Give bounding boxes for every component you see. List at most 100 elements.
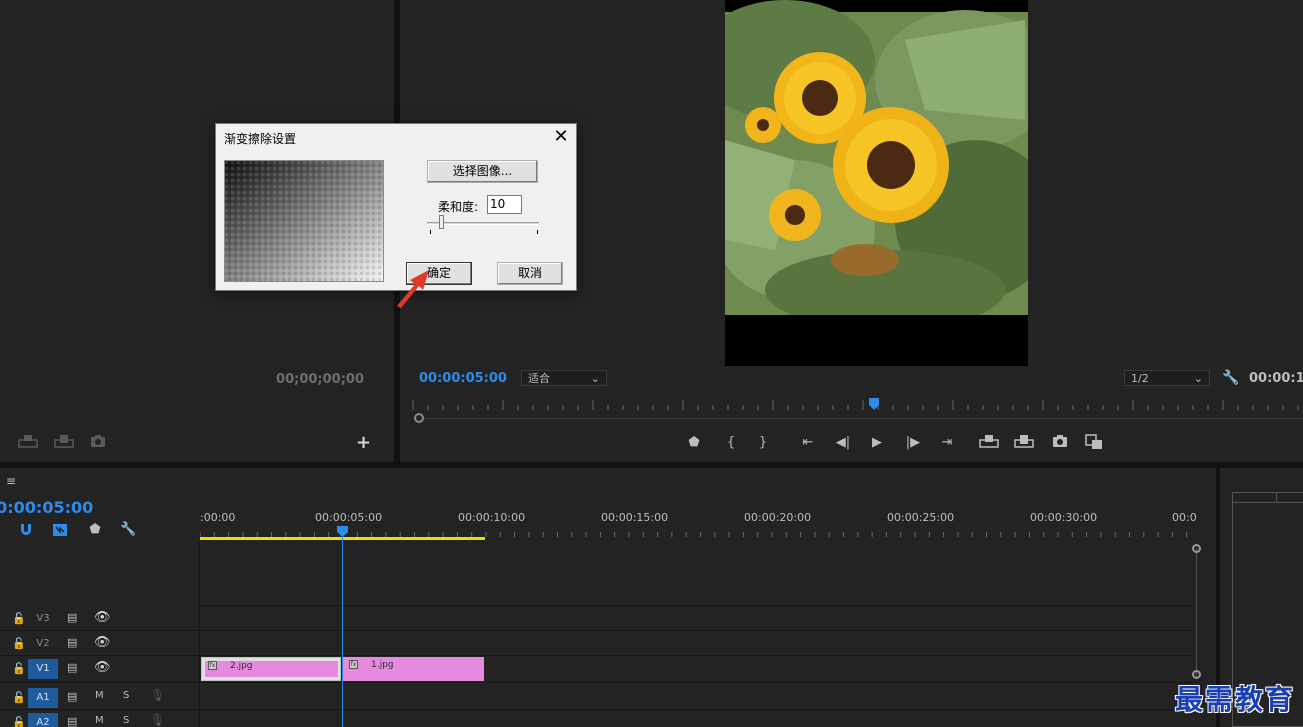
gradient-preview-image — [224, 160, 384, 282]
track-empty-area[interactable] — [200, 540, 1192, 606]
sunflower-2 — [833, 107, 949, 223]
track-row-v3[interactable]: 🔓 V3 ▤ 👁 — [0, 606, 1192, 631]
source-timecode[interactable]: 00;00;00;00 — [276, 372, 364, 387]
watermark-logo: 最需教育 — [1174, 683, 1295, 716]
solo-button[interactable]: S — [123, 715, 129, 726]
solo-button[interactable]: S — [123, 690, 129, 701]
timeline-playhead[interactable] — [337, 526, 348, 537]
overwrite-icon[interactable] — [54, 434, 74, 448]
program-timecode[interactable]: 00:00:05:00 — [419, 371, 507, 386]
sync-lock-icon[interactable]: ▤ — [67, 611, 77, 624]
fx-icon: fx — [208, 661, 217, 670]
softness-slider-thumb[interactable] — [439, 215, 444, 229]
lock-icon[interactable]: 🔓 — [12, 637, 26, 650]
lock-icon[interactable]: 🔓 — [12, 612, 26, 625]
export-frame-icon[interactable] — [90, 434, 108, 448]
select-image-button[interactable]: 选择图像... — [427, 160, 538, 183]
program-zoom-bar[interactable] — [424, 418, 1303, 419]
lock-icon[interactable]: 🔓 — [12, 716, 26, 727]
track-name[interactable]: A1 — [28, 688, 58, 708]
timeline-vertical-scrollbar[interactable] — [1196, 548, 1197, 678]
track-row-a1[interactable]: 🔓 A1 ▤ M S 🎙 — [0, 685, 1192, 710]
wrench-icon[interactable]: 🔧 — [1222, 370, 1239, 386]
chevron-down-icon: ⌄ — [1193, 371, 1203, 385]
lift-icon[interactable] — [978, 434, 1000, 452]
add-marker-icon[interactable]: ⬟ — [683, 434, 705, 452]
lock-icon[interactable]: 🔓 — [12, 691, 26, 704]
scroll-handle-top[interactable] — [1192, 544, 1201, 553]
ruler-label: 00:00:05:00 — [315, 511, 383, 524]
ruler-label: 00:0 — [1172, 511, 1197, 524]
mute-button[interactable]: M — [95, 715, 104, 726]
sync-lock-icon[interactable]: ▤ — [67, 661, 77, 674]
fit-select[interactable]: 适合 ⌄ — [521, 370, 607, 386]
track-name[interactable]: A2 — [28, 713, 58, 727]
right-panel-divider — [1276, 492, 1277, 502]
step-forward-icon[interactable]: |▶ — [902, 434, 924, 452]
red-arrow-annotation — [393, 266, 433, 308]
clip-name: 1.jpg — [371, 660, 394, 670]
clip-2-jpg[interactable]: fx 2.jpg — [201, 657, 341, 681]
clip-name: 2.jpg — [230, 661, 253, 671]
track-row-v2[interactable]: 🔓 V2 ▤ 👁 — [0, 631, 1192, 656]
clip-body — [205, 661, 338, 677]
eye-icon[interactable]: 👁 — [94, 610, 111, 625]
eye-icon[interactable]: 👁 — [94, 660, 111, 675]
fit-select-value: 适合 — [528, 372, 550, 385]
timeline-playhead-line — [342, 537, 343, 727]
track-list: 🔓 V3 ▤ 👁 🔓 V2 ▤ 👁 🔓 V1 ▤ 👁 🔓 A1 ▤ M S 🎙 … — [0, 606, 1192, 727]
track-name[interactable]: V1 — [28, 659, 58, 679]
program-zoom-handle[interactable] — [414, 413, 424, 423]
program-duration-timecode: 00:00:10 — [1249, 371, 1303, 386]
dialog-title: 渐变擦除设置 — [224, 132, 297, 146]
ruler-label: 00:00:15:00 — [601, 511, 669, 524]
mute-button[interactable]: M — [95, 690, 104, 701]
softness-input[interactable]: 10 — [487, 195, 522, 214]
timeline-ruler[interactable]: :00:00 00:00:05:00 00:00:10:00 00:00:15:00 0… — [200, 511, 1197, 527]
go-to-out-icon[interactable]: ⇥ — [936, 434, 958, 452]
slider-tick — [537, 230, 538, 234]
sunflower-image — [725, 0, 1028, 366]
track-row-v1[interactable]: 🔓 V1 ▤ 👁 — [0, 656, 1192, 683]
wrench-icon[interactable]: 🔧 — [120, 522, 136, 538]
insert-icon[interactable] — [18, 434, 38, 448]
sync-lock-icon[interactable]: ▤ — [67, 690, 77, 703]
cancel-button[interactable]: 取消 — [497, 262, 563, 285]
snap-icon[interactable] — [18, 522, 34, 538]
ruler-label: 00:00:10:00 — [458, 511, 526, 524]
microphone-icon[interactable]: 🎙 — [150, 688, 165, 702]
chevron-down-icon: ⌄ — [590, 371, 600, 385]
mark-in-icon[interactable]: { — [720, 434, 742, 452]
export-frame-icon[interactable] — [1049, 434, 1071, 452]
extract-icon[interactable] — [1013, 434, 1035, 452]
linked-selection-icon[interactable] — [52, 522, 68, 538]
track-name[interactable]: V3 — [28, 609, 58, 629]
track-row-a2[interactable]: 🔓 A2 ▤ M S 🎙 — [0, 710, 1192, 727]
play-icon[interactable]: ▶ — [866, 434, 888, 452]
fx-icon: fx — [349, 660, 358, 669]
timeline-timecode[interactable]: 00:00:05:00 — [0, 498, 93, 517]
lock-icon[interactable]: 🔓 — [12, 662, 26, 675]
program-time-ruler[interactable] — [412, 398, 1303, 412]
mark-out-icon[interactable]: } — [752, 434, 774, 452]
program-playhead[interactable] — [869, 398, 879, 410]
sync-lock-icon[interactable]: ▤ — [67, 636, 77, 649]
go-to-in-icon[interactable]: ⇤ — [797, 434, 819, 452]
add-marker-icon[interactable]: ⬟ — [87, 522, 103, 538]
sync-lock-icon[interactable]: ▤ — [67, 715, 77, 727]
add-button[interactable]: + — [356, 432, 371, 453]
right-panel-divider — [1232, 502, 1303, 503]
ruler-label: 00:00:25:00 — [887, 511, 955, 524]
ruler-label: :00:00 — [200, 511, 236, 524]
timeline-menu-icon[interactable]: ≡ — [6, 474, 16, 488]
track-name[interactable]: V2 — [28, 634, 58, 654]
clip-1-jpg[interactable]: fx 1.jpg — [343, 657, 484, 681]
close-icon[interactable]: ✕ — [552, 126, 570, 147]
eye-icon[interactable]: 👁 — [94, 635, 111, 650]
resolution-select[interactable]: 1/2 ⌄ — [1124, 370, 1210, 386]
microphone-icon[interactable]: 🎙 — [150, 713, 165, 727]
ruler-label: 00:00:30:00 — [1030, 511, 1098, 524]
step-back-icon[interactable]: ◀| — [832, 434, 854, 452]
slider-tick — [430, 230, 431, 234]
comparison-view-icon[interactable] — [1083, 434, 1105, 452]
